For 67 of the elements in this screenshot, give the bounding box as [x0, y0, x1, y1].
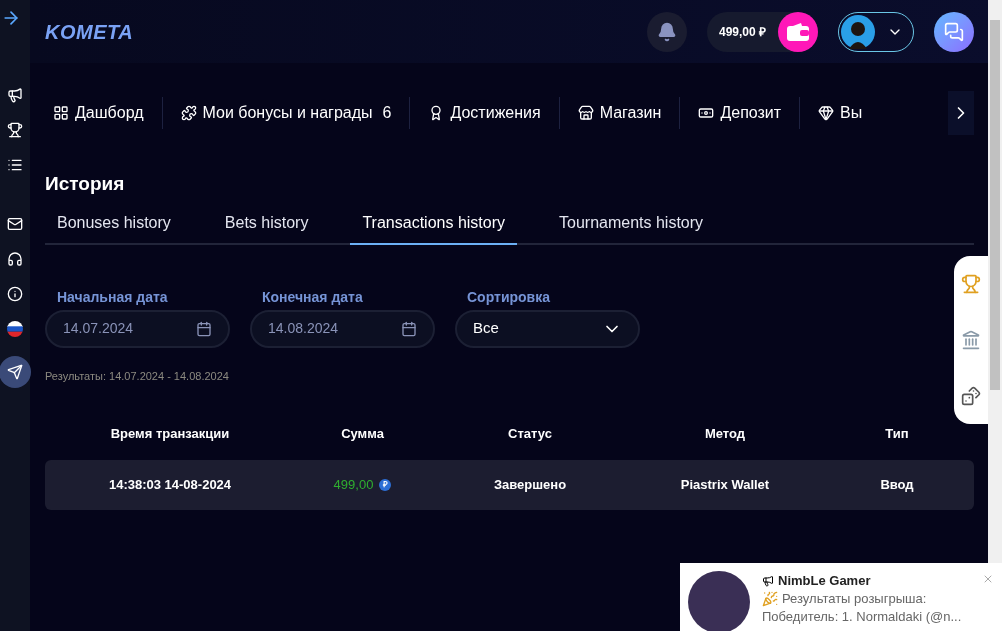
- date-field[interactable]: 14.07.2024: [45, 309, 230, 348]
- calendar-icon: [196, 320, 212, 337]
- wallet-button[interactable]: [778, 11, 818, 52]
- balance-pill[interactable]: 499,00 ₽: [706, 11, 818, 52]
- bell-icon: [656, 21, 677, 42]
- sender-name: NimbLe Gamer: [778, 572, 871, 590]
- dice-icon[interactable]: [961, 386, 981, 406]
- headphones-icon[interactable]: [7, 251, 23, 267]
- history-tab[interactable]: Tournaments history: [547, 210, 716, 245]
- nav-item[interactable]: Депозит: [690, 101, 790, 125]
- column-header: Тип: [884, 425, 910, 443]
- currency-badge: ₽: [379, 478, 392, 491]
- info-icon[interactable]: [7, 286, 23, 302]
- column-header: Время транзакции: [109, 425, 231, 443]
- chat-icon: [944, 21, 964, 42]
- field-label: Начальная дата: [56, 287, 169, 307]
- field-value: Все: [473, 318, 499, 339]
- paper-plane-icon: [7, 364, 23, 380]
- column-header: Статус: [507, 425, 553, 443]
- trophy-icon[interactable]: [7, 122, 23, 138]
- nav-item[interactable]: Достижения: [420, 101, 549, 125]
- field-label: Сортировка: [466, 287, 551, 307]
- nav-label: Магазин: [599, 103, 662, 123]
- flag-icon[interactable]: [7, 321, 23, 337]
- avatar-icon: [841, 14, 875, 49]
- avatar-placeholder: [688, 571, 750, 631]
- calendar-icon: [401, 320, 417, 337]
- balance-amount: 499,00 ₽: [718, 23, 766, 41]
- page-title: История: [45, 172, 126, 196]
- field-value: 14.08.2024: [268, 319, 339, 338]
- column-header: Метод: [703, 425, 747, 443]
- mail-icon[interactable]: [7, 216, 23, 232]
- telegram-button[interactable]: [0, 356, 31, 388]
- history-tab[interactable]: Transactions history: [350, 210, 517, 245]
- nav-label: Дашборд: [75, 103, 144, 123]
- message-text: Победитель: 1. Normaldaki (@n...: [762, 608, 962, 626]
- nav-item[interactable]: Мои бонусы и награды 6: [172, 101, 400, 125]
- table-cell-text: Завершено: [492, 475, 568, 494]
- table-cell-text: Ввод: [879, 475, 915, 494]
- history-tab[interactable]: Bets history: [212, 210, 321, 245]
- nav-label: Достижения: [450, 103, 541, 123]
- results-range: Результаты: 14.07.2024 - 14.08.2024: [45, 368, 230, 384]
- table-cell-text: Piastrix Wallet: [679, 475, 771, 494]
- nav-label: Мои бонусы и награды: [202, 103, 373, 123]
- column-header: Сумма: [340, 425, 385, 443]
- megaphone-icon[interactable]: [7, 87, 23, 103]
- sort-select[interactable]: Все: [455, 309, 640, 348]
- logo[interactable]: KOMETA: [45, 16, 134, 47]
- field-value: 14.07.2024: [63, 319, 134, 338]
- party-icon: [762, 591, 778, 607]
- history-tab[interactable]: Bonuses history: [45, 210, 183, 245]
- nav-item[interactable]: Вы: [810, 101, 871, 125]
- date-field[interactable]: 14.08.2024: [250, 309, 435, 348]
- nav-label: Депозит: [720, 103, 782, 123]
- table-cell-text: 14:38:03 14-08-2024: [107, 475, 233, 494]
- amount-cell-text: 499,00: [333, 475, 374, 494]
- nav-item[interactable]: Дашборд: [45, 101, 152, 125]
- message-text: Результаты розыгрыша:: [782, 590, 927, 608]
- wallet-icon: [787, 22, 809, 41]
- nav-count: 6: [382, 103, 392, 123]
- chat-button[interactable]: [934, 11, 974, 52]
- list-icon[interactable]: [7, 157, 23, 173]
- nav-label: Вы: [840, 103, 863, 123]
- field-label: Конечная дата: [261, 287, 364, 307]
- bank-icon[interactable]: [961, 330, 981, 350]
- megaphone-icon: [762, 575, 774, 587]
- nav-item[interactable]: Магазин: [569, 101, 670, 125]
